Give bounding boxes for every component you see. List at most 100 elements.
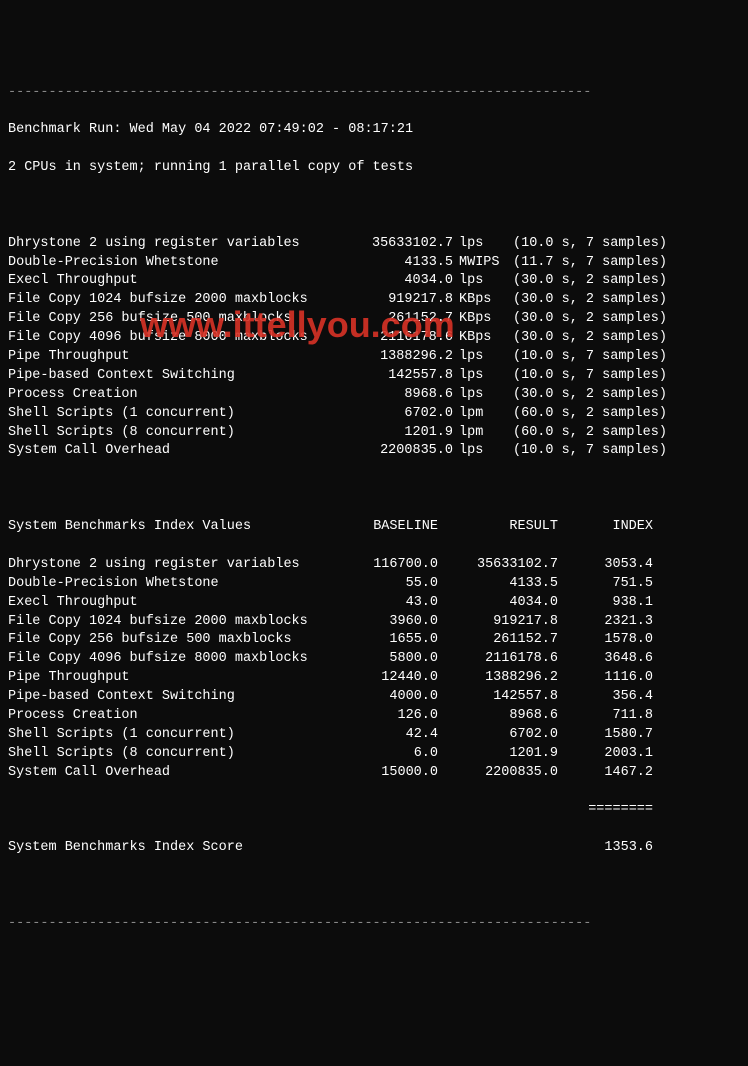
index-value: 938.1 bbox=[558, 594, 653, 613]
test-value: 142557.8 bbox=[343, 367, 453, 386]
test-name: Execl Throughput bbox=[8, 272, 343, 291]
result-row: File Copy 256 bufsize 500 maxblocks26115… bbox=[8, 310, 740, 329]
result-row: Pipe-based Context Switching142557.8lps(… bbox=[8, 367, 740, 386]
test-name: File Copy 256 bufsize 500 maxblocks bbox=[8, 310, 343, 329]
index-values-label: System Benchmarks Index Values bbox=[8, 518, 343, 537]
divider-line: ----------------------------------------… bbox=[8, 915, 740, 934]
test-value: 4034.0 bbox=[343, 272, 453, 291]
test-value: 261152.7 bbox=[343, 310, 453, 329]
test-name: Pipe Throughput bbox=[8, 669, 343, 688]
test-name: Execl Throughput bbox=[8, 594, 343, 613]
benchmark-run-header: Benchmark Run: Wed May 04 2022 07:49:02 … bbox=[8, 121, 740, 140]
test-timing: (30.0 s, 2 samples) bbox=[503, 291, 623, 310]
test-unit: lps bbox=[453, 442, 503, 461]
test-name: File Copy 4096 bufsize 8000 maxblocks bbox=[8, 329, 343, 348]
test-timing: (11.7 s, 7 samples) bbox=[503, 254, 623, 273]
test-unit: lpm bbox=[453, 405, 503, 424]
test-value: 8968.6 bbox=[343, 386, 453, 405]
result-value: 35633102.7 bbox=[438, 556, 558, 575]
baseline-value: 5800.0 bbox=[343, 650, 438, 669]
test-timing: (10.0 s, 7 samples) bbox=[503, 348, 623, 367]
result-row: File Copy 1024 bufsize 2000 maxblocks919… bbox=[8, 291, 740, 310]
index-value: 1578.0 bbox=[558, 631, 653, 650]
result-value: 1388296.2 bbox=[438, 669, 558, 688]
index-row: Pipe-based Context Switching4000.0142557… bbox=[8, 688, 740, 707]
test-name: Pipe Throughput bbox=[8, 348, 343, 367]
result-row: Dhrystone 2 using register variables3563… bbox=[8, 235, 740, 254]
final-score-row: System Benchmarks Index Score1353.6 bbox=[8, 839, 740, 858]
baseline-value: 15000.0 bbox=[343, 764, 438, 783]
index-row: Execl Throughput43.04034.0938.1 bbox=[8, 594, 740, 613]
result-row: Double-Precision Whetstone4133.5MWIPS(11… bbox=[8, 254, 740, 273]
index-row: File Copy 256 bufsize 500 maxblocks1655.… bbox=[8, 631, 740, 650]
result-value: 8968.6 bbox=[438, 707, 558, 726]
index-value: 2321.3 bbox=[558, 613, 653, 632]
test-timing: (60.0 s, 2 samples) bbox=[503, 405, 623, 424]
test-name: File Copy 256 bufsize 500 maxblocks bbox=[8, 631, 343, 650]
test-name: Shell Scripts (8 concurrent) bbox=[8, 745, 343, 764]
result-value: 4133.5 bbox=[438, 575, 558, 594]
baseline-header: BASELINE bbox=[343, 518, 438, 537]
index-row: System Call Overhead15000.02200835.01467… bbox=[8, 764, 740, 783]
test-name: File Copy 1024 bufsize 2000 maxblocks bbox=[8, 291, 343, 310]
result-row: Pipe Throughput1388296.2lps(10.0 s, 7 sa… bbox=[8, 348, 740, 367]
index-row: Process Creation126.08968.6711.8 bbox=[8, 707, 740, 726]
test-value: 2116178.6 bbox=[343, 329, 453, 348]
test-timing: (30.0 s, 2 samples) bbox=[503, 310, 623, 329]
test-timing: (10.0 s, 7 samples) bbox=[503, 235, 623, 254]
baseline-value: 3960.0 bbox=[343, 613, 438, 632]
test-unit: lps bbox=[453, 348, 503, 367]
test-unit: KBps bbox=[453, 310, 503, 329]
result-value: 6702.0 bbox=[438, 726, 558, 745]
test-name: Pipe-based Context Switching bbox=[8, 688, 343, 707]
baseline-value: 6.0 bbox=[343, 745, 438, 764]
result-value: 919217.8 bbox=[438, 613, 558, 632]
test-name: Process Creation bbox=[8, 707, 343, 726]
test-name: File Copy 1024 bufsize 2000 maxblocks bbox=[8, 613, 343, 632]
index-value: 711.8 bbox=[558, 707, 653, 726]
index-row: File Copy 4096 bufsize 8000 maxblocks580… bbox=[8, 650, 740, 669]
test-unit: lps bbox=[453, 367, 503, 386]
test-unit: lps bbox=[453, 386, 503, 405]
test-unit: MWIPS bbox=[453, 254, 503, 273]
divider-line: ----------------------------------------… bbox=[8, 84, 740, 103]
index-row: Shell Scripts (1 concurrent)42.46702.015… bbox=[8, 726, 740, 745]
test-name: System Call Overhead bbox=[8, 442, 343, 461]
test-name: Pipe-based Context Switching bbox=[8, 367, 343, 386]
index-row: Pipe Throughput12440.01388296.21116.0 bbox=[8, 669, 740, 688]
baseline-value: 116700.0 bbox=[343, 556, 438, 575]
result-row: Execl Throughput4034.0lps(30.0 s, 2 samp… bbox=[8, 272, 740, 291]
score-label: System Benchmarks Index Score bbox=[8, 839, 558, 858]
index-header: INDEX bbox=[558, 518, 653, 537]
index-value: 2003.1 bbox=[558, 745, 653, 764]
test-value: 35633102.7 bbox=[343, 235, 453, 254]
index-value: 3648.6 bbox=[558, 650, 653, 669]
test-name: Shell Scripts (8 concurrent) bbox=[8, 424, 343, 443]
test-value: 6702.0 bbox=[343, 405, 453, 424]
index-row: Dhrystone 2 using register variables1167… bbox=[8, 556, 740, 575]
blank-line bbox=[8, 197, 740, 216]
baseline-value: 12440.0 bbox=[343, 669, 438, 688]
test-name: Shell Scripts (1 concurrent) bbox=[8, 405, 343, 424]
test-value: 4133.5 bbox=[343, 254, 453, 273]
index-row: Shell Scripts (8 concurrent)6.01201.9200… bbox=[8, 745, 740, 764]
index-value: 1116.0 bbox=[558, 669, 653, 688]
test-value: 1388296.2 bbox=[343, 348, 453, 367]
blank-line bbox=[8, 877, 740, 896]
result-row: Shell Scripts (1 concurrent)6702.0lpm(60… bbox=[8, 405, 740, 424]
baseline-value: 1655.0 bbox=[343, 631, 438, 650]
index-value: 1467.2 bbox=[558, 764, 653, 783]
result-row: Process Creation8968.6lps(30.0 s, 2 samp… bbox=[8, 386, 740, 405]
index-header-row: System Benchmarks Index ValuesBASELINERE… bbox=[8, 518, 740, 537]
index-value: 751.5 bbox=[558, 575, 653, 594]
result-value: 2116178.6 bbox=[438, 650, 558, 669]
baseline-value: 4000.0 bbox=[343, 688, 438, 707]
result-row: File Copy 4096 bufsize 8000 maxblocks211… bbox=[8, 329, 740, 348]
blank-line bbox=[8, 480, 740, 499]
test-timing: (10.0 s, 7 samples) bbox=[503, 442, 623, 461]
baseline-value: 55.0 bbox=[343, 575, 438, 594]
baseline-value: 42.4 bbox=[343, 726, 438, 745]
baseline-value: 126.0 bbox=[343, 707, 438, 726]
test-value: 2200835.0 bbox=[343, 442, 453, 461]
test-unit: lps bbox=[453, 272, 503, 291]
